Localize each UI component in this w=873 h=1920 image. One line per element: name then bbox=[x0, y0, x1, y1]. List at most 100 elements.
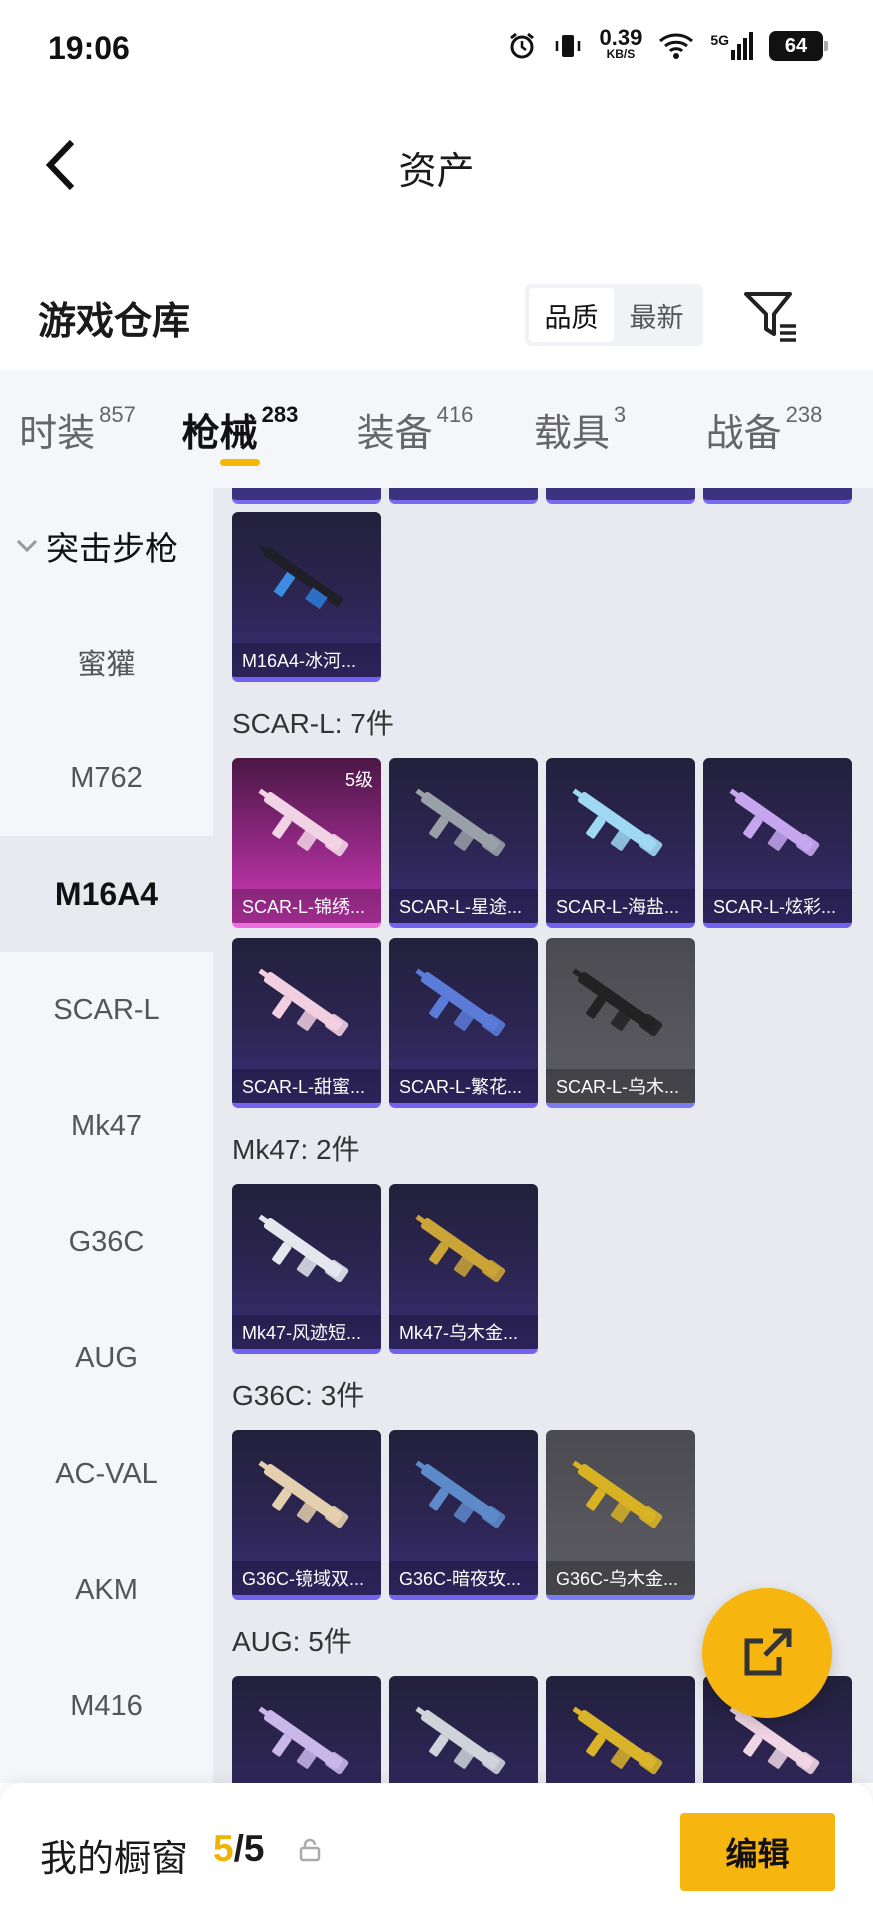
group-label: Mk47: 2件 bbox=[232, 1134, 360, 1165]
item-name: SCAR-L-星途... bbox=[389, 889, 538, 923]
tab-war-supplies[interactable]: 战备 238 bbox=[655, 370, 873, 488]
signal-icon: 5G bbox=[710, 32, 753, 60]
clipped-card-row bbox=[232, 488, 852, 504]
item-name: SCAR-L-甜蜜... bbox=[232, 1069, 381, 1103]
rifle-icon bbox=[258, 1460, 349, 1529]
vibrate-icon bbox=[556, 35, 581, 57]
warehouse-title: 游戏仓库 bbox=[38, 301, 191, 343]
sidebar-item-honey-badger[interactable]: 蜜獾 bbox=[0, 604, 213, 720]
item-name: G36C-镜域双... bbox=[232, 1561, 381, 1595]
item-name: SCAR-L-乌木... bbox=[546, 1069, 695, 1103]
item-grid: G36C-镜域双... G36C-暗夜玫... G36C-乌木金... bbox=[232, 1430, 862, 1600]
item-card[interactable]: M16A4-冰河... bbox=[232, 512, 381, 682]
m16a4-grid: M16A4-冰河... bbox=[232, 512, 862, 682]
lock-icon bbox=[299, 1838, 321, 1862]
showcase-label: 我的橱窗 bbox=[40, 1838, 188, 1879]
rifle-icon bbox=[415, 1706, 506, 1775]
item-card[interactable]: 5级 SCAR-L-锦绣... bbox=[232, 758, 381, 928]
sidebar-item-aug[interactable]: AUG bbox=[0, 1300, 213, 1416]
item-card[interactable]: SCAR-L-繁花... bbox=[389, 938, 538, 1108]
item-card[interactable]: Mk47-乌木金... bbox=[389, 1184, 538, 1354]
item-card[interactable] bbox=[232, 1676, 381, 1783]
item-card[interactable]: G36C-暗夜玫... bbox=[389, 1430, 538, 1600]
filter-button[interactable] bbox=[740, 286, 800, 346]
item-name: SCAR-L-繁花... bbox=[389, 1069, 538, 1103]
sidebar-item-ac-val[interactable]: AC-VAL bbox=[0, 1416, 213, 1532]
item-card-clipped[interactable] bbox=[232, 488, 381, 504]
category-tabs: 时装 857 枪械 283 装备 416 载具 3 战备 238 bbox=[0, 370, 873, 488]
rifle-icon bbox=[259, 545, 344, 610]
page-title: 资产 bbox=[398, 151, 475, 193]
rifle-icon bbox=[415, 968, 506, 1037]
wifi-icon bbox=[659, 33, 694, 59]
item-grid: Mk47-风迹短... Mk47-乌木金... bbox=[232, 1184, 862, 1354]
item-card-clipped[interactable] bbox=[389, 488, 538, 504]
item-grid: 5级 SCAR-L-锦绣... SCAR-L-星途... SCAR-L-海盐... SC… bbox=[232, 758, 862, 1108]
status-bar: 19:06 0.39 KB/S 5G 64 bbox=[0, 0, 873, 100]
sort-toggle: 品质 最新 bbox=[525, 284, 703, 346]
item-name: G36C-乌木金... bbox=[546, 1561, 695, 1595]
edit-button[interactable]: 编辑 bbox=[680, 1813, 835, 1891]
rifle-icon bbox=[729, 788, 820, 857]
sidebar-item-m16a4[interactable]: M16A4 bbox=[0, 836, 213, 952]
item-card[interactable]: SCAR-L-甜蜜... bbox=[232, 938, 381, 1108]
tab-active-indicator bbox=[220, 459, 260, 466]
item-card-clipped[interactable] bbox=[546, 488, 695, 504]
item-card[interactable]: G36C-乌木金... bbox=[546, 1430, 695, 1600]
tab-equipment[interactable]: 装备 416 bbox=[325, 370, 505, 488]
sidebar-group-assault-rifles[interactable]: 突击步枪 bbox=[0, 488, 213, 604]
title-bar: 资产 bbox=[0, 100, 873, 230]
group-label: G36C: 3件 bbox=[232, 1380, 365, 1411]
sort-newest[interactable]: 最新 bbox=[614, 288, 699, 342]
tab-fashion[interactable]: 时装 857 bbox=[0, 370, 155, 488]
rifle-icon bbox=[572, 788, 663, 857]
item-card[interactable]: SCAR-L-炫彩... bbox=[703, 758, 852, 928]
item-name: G36C-暗夜玫... bbox=[389, 1561, 538, 1595]
item-card[interactable]: Mk47-风迹短... bbox=[232, 1184, 381, 1354]
item-name: SCAR-L-炫彩... bbox=[703, 889, 852, 923]
rifle-icon bbox=[572, 1460, 663, 1529]
showcase-count: 5/5 bbox=[213, 1828, 265, 1869]
sidebar-item-g36c[interactable]: G36C bbox=[0, 1184, 213, 1300]
item-name: M16A4-冰河... bbox=[232, 643, 381, 677]
showcase-bar: 我的橱窗 5/5 编辑 bbox=[0, 1783, 873, 1920]
rifle-icon bbox=[572, 968, 663, 1037]
item-name: SCAR-L-海盐... bbox=[546, 889, 695, 923]
item-level-badge: 5级 bbox=[344, 770, 373, 790]
filter-icon bbox=[744, 292, 796, 342]
battery-icon: 64 bbox=[769, 31, 828, 61]
item-card[interactable] bbox=[389, 1676, 538, 1783]
item-card[interactable] bbox=[546, 1676, 695, 1783]
rifle-icon bbox=[258, 1214, 349, 1283]
sidebar-item-scar-l[interactable]: SCAR-L bbox=[0, 952, 213, 1068]
warehouse-header: 游戏仓库 品质 最新 bbox=[0, 260, 873, 370]
status-time: 19:06 bbox=[48, 30, 130, 66]
item-card[interactable]: G36C-镜域双... bbox=[232, 1430, 381, 1600]
tab-vehicles[interactable]: 载具 3 bbox=[505, 370, 655, 488]
rifle-icon bbox=[258, 968, 349, 1037]
item-card-clipped[interactable] bbox=[703, 488, 852, 504]
share-button[interactable] bbox=[702, 1588, 832, 1718]
item-name: SCAR-L-锦绣... bbox=[232, 889, 381, 923]
sidebar-item-m416[interactable]: M416 bbox=[0, 1648, 213, 1764]
item-name: Mk47-乌木金... bbox=[389, 1315, 538, 1349]
external-link-icon bbox=[744, 1628, 792, 1676]
rifle-icon bbox=[258, 1706, 349, 1775]
sort-quality[interactable]: 品质 bbox=[529, 288, 614, 342]
item-name: Mk47-风迹短... bbox=[232, 1315, 381, 1349]
rifle-icon bbox=[572, 1706, 663, 1775]
alarm-icon bbox=[510, 32, 535, 59]
item-card[interactable]: SCAR-L-乌木... bbox=[546, 938, 695, 1108]
net-speed: 0.39 KB/S bbox=[599, 25, 643, 62]
tab-guns[interactable]: 枪械 283 bbox=[155, 370, 325, 488]
chevron-down-icon bbox=[16, 539, 38, 553]
item-card[interactable]: SCAR-L-海盐... bbox=[546, 758, 695, 928]
group-label: SCAR-L: 7件 bbox=[232, 708, 394, 739]
status-icons: 0.39 KB/S 5G 64 bbox=[507, 25, 828, 62]
item-card[interactable]: SCAR-L-星途... bbox=[389, 758, 538, 928]
sidebar-item-akm[interactable]: AKM bbox=[0, 1532, 213, 1648]
sidebar-item-m762[interactable]: M762 bbox=[0, 720, 213, 836]
weapon-sidebar: 突击步枪 蜜獾 M762 M16A4 SCAR-L Mk47 G36C AUG … bbox=[0, 488, 213, 1783]
sidebar-item-mk47[interactable]: Mk47 bbox=[0, 1068, 213, 1184]
rifle-icon bbox=[415, 788, 506, 857]
